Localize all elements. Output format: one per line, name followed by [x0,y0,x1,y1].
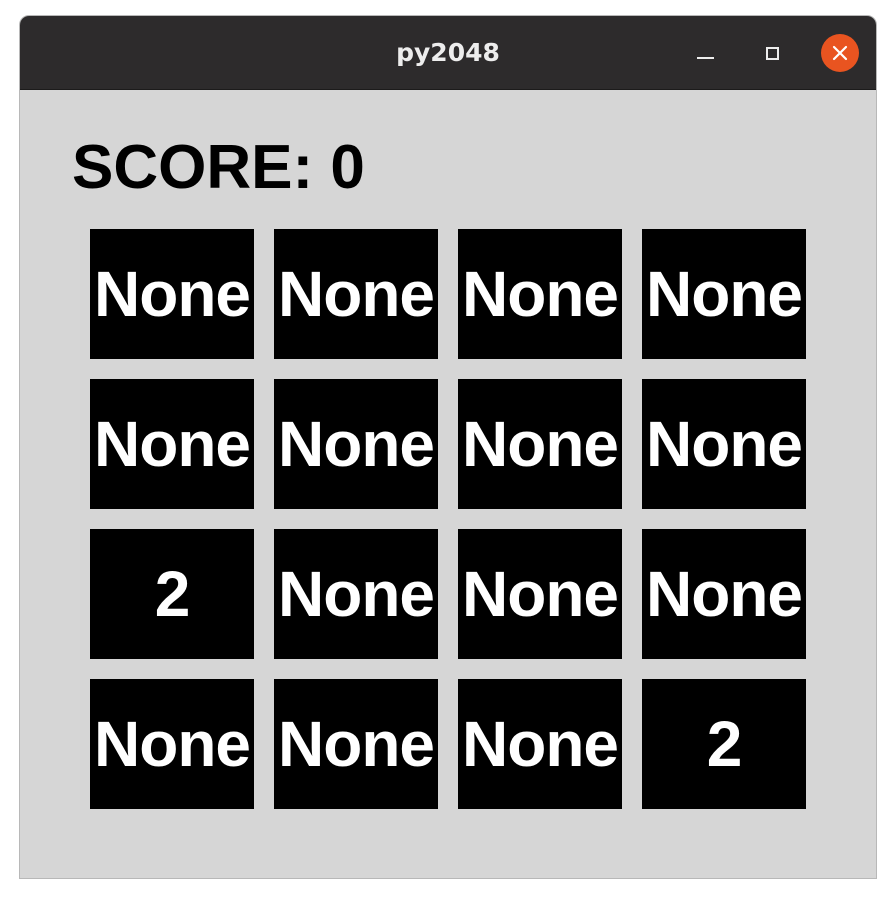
board-tile: None [458,379,622,509]
score-label: SCORE: 0 [72,133,365,202]
app-window: py2048 SCORE: 0 None None None None None None… [19,15,877,879]
board-tile: None [642,529,806,659]
minimize-icon [696,57,714,59]
minimize-button[interactable] [686,34,724,72]
board-tile: None [90,229,254,359]
board-tile: 2 [90,529,254,659]
board-tile: None [642,379,806,509]
close-button[interactable] [821,34,859,72]
board-tile: None [642,229,806,359]
maximize-icon [765,46,779,60]
board-tile: None [90,379,254,509]
board-tile: None [458,679,622,809]
close-icon [832,45,848,61]
maximize-button[interactable] [753,34,791,72]
game-area: SCORE: 0 None None None None None None None Non… [20,90,876,878]
title-bar[interactable]: py2048 [20,16,876,90]
board-tile: None [274,529,438,659]
board-tile: None [274,229,438,359]
board-tile: None [458,529,622,659]
window-title: py2048 [396,38,500,67]
board-tile: 2 [642,679,806,809]
board-tile: None [274,379,438,509]
board-tile: None [458,229,622,359]
board-tile: None [274,679,438,809]
board-tile: None [90,679,254,809]
